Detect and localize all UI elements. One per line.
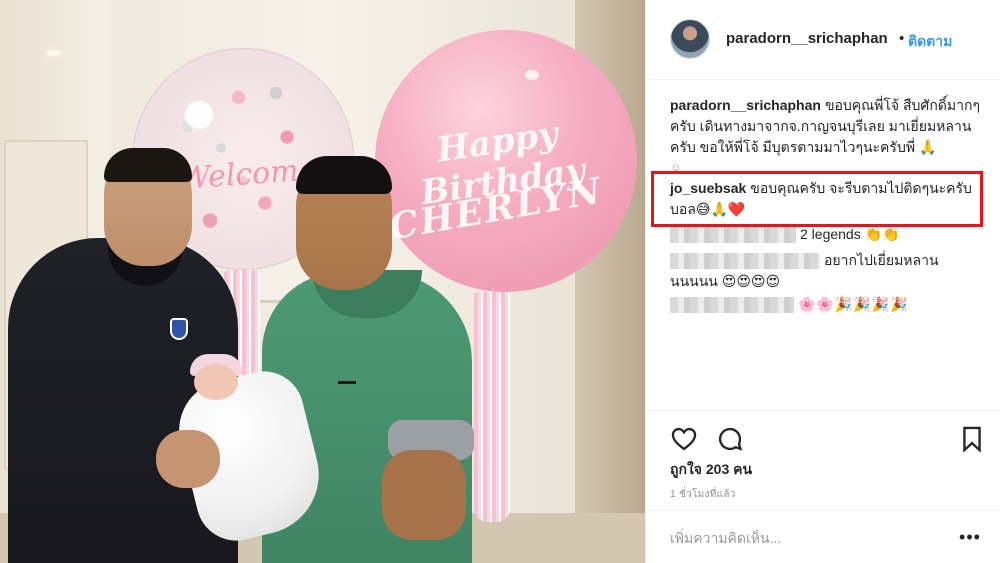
hoodie-logo xyxy=(338,372,356,384)
header-separator: • xyxy=(899,30,905,47)
balloon-shine xyxy=(525,70,539,80)
person-left-hair xyxy=(104,148,192,182)
balloon-tassel xyxy=(474,292,510,522)
person-left-hand xyxy=(156,430,220,488)
author-username[interactable]: paradorn__srichaphan xyxy=(726,30,888,47)
caption: paradorn__srichaphan ขอบคุณพี่โจ้ สืบศักด… xyxy=(670,95,988,175)
post-header: paradorn__srichaphan • ติดตาม xyxy=(646,0,1000,80)
comment-row: 🌸🌸🎉🎉🎉🎉 xyxy=(670,294,970,315)
likes-count[interactable]: ถูกใจ 203 คน xyxy=(670,459,752,481)
comment-list: paradorn__srichaphan ขอบคุณพี่โจ้ สืบศักด… xyxy=(670,95,988,175)
heart-icon[interactable] xyxy=(670,425,698,453)
club-badge xyxy=(170,318,188,340)
ceiling-light xyxy=(46,50,60,56)
blurred-username[interactable] xyxy=(670,297,794,314)
blurred-username[interactable] xyxy=(670,253,820,270)
follow-button[interactable]: ติดตาม xyxy=(908,31,952,53)
birthday-balloon: Happy Birthday CHERLYN xyxy=(375,30,637,292)
comment-composer: ••• xyxy=(646,510,1000,563)
blurred-username[interactable] xyxy=(670,227,796,244)
add-comment-input[interactable] xyxy=(670,527,920,549)
more-options-icon[interactable]: ••• xyxy=(958,527,982,547)
comment-bubble-icon[interactable] xyxy=(716,425,744,453)
comment-row: อยากไปเยี่ยมหลานนนนนน 😍😍😍😍 xyxy=(670,250,970,292)
bookmark-icon[interactable] xyxy=(958,425,986,453)
person-right-arm xyxy=(382,450,466,540)
comment-highlighted: jo_suebsak ขอบคุณครับ จะรีบตามไปติดๆนะครั… xyxy=(670,178,975,220)
post-timestamp[interactable]: 1 ชั่วโมงที่แล้ว xyxy=(670,487,736,502)
person-right-hair xyxy=(296,156,392,194)
comment-text: 🌸🌸🎉🎉🎉🎉 xyxy=(798,296,909,312)
post-photo[interactable]: Welcome Happy Birthday CHERLYN xyxy=(0,0,645,563)
author-avatar[interactable] xyxy=(670,19,710,59)
caption-username[interactable]: paradorn__srichaphan xyxy=(670,97,821,113)
comment-username[interactable]: jo_suebsak xyxy=(670,180,746,196)
post-sidebar: paradorn__srichaphan • ติดตาม paradorn__… xyxy=(645,0,1000,563)
comment-text: 2 legends 👏👏 xyxy=(800,226,900,242)
comment-row: 2 legends 👏👏 xyxy=(670,224,970,245)
baby-face xyxy=(194,364,238,400)
